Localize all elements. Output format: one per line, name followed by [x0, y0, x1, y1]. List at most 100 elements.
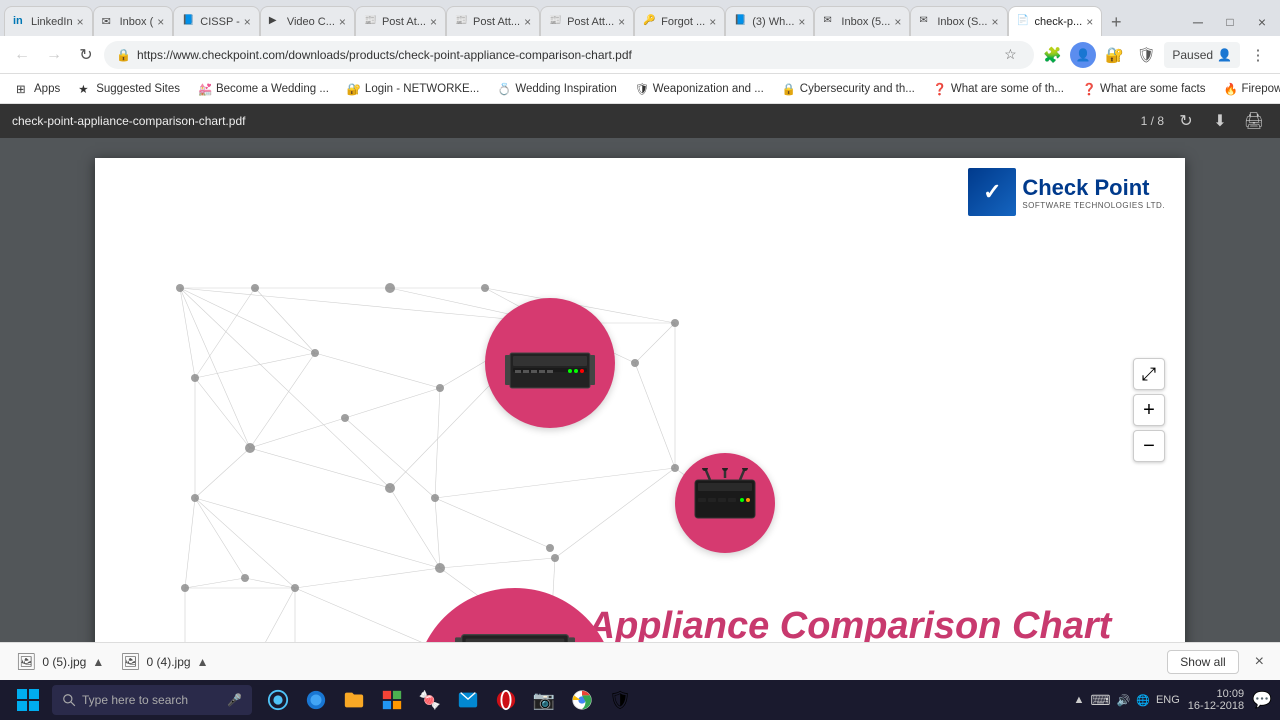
taskbar-app-cortana[interactable] [260, 680, 296, 720]
network-icon[interactable]: 🌐 [1136, 694, 1150, 707]
bookmark-cybersecurity[interactable]: 🔒 Cybersecurity and th... [774, 77, 923, 101]
tab-checkp[interactable]: 📄 check-p... × [1008, 6, 1103, 36]
download-expand-1[interactable]: ▲ [92, 655, 104, 669]
minimize-button[interactable]: ─ [1184, 8, 1212, 36]
cyber-favicon: 🔒 [782, 82, 796, 96]
download-item-1[interactable]: 🖼 0 (5).jpg ▲ [16, 652, 104, 672]
taskbar-search-placeholder: Type here to search [82, 693, 188, 707]
taskbar-app-candy[interactable]: 🍬 [412, 680, 448, 720]
bookmark-suggested[interactable]: ★ Suggested Sites [70, 77, 188, 101]
tab-close-post2[interactable]: × [524, 15, 531, 29]
show-all-button[interactable]: Show all [1167, 650, 1238, 674]
download-item-2[interactable]: 🖼 0 (4).jpg ▲ [120, 652, 208, 672]
bookmark-what-facts[interactable]: ❓ What are some facts [1074, 77, 1213, 101]
taskbar-app-opera[interactable] [488, 680, 524, 720]
taskbar-app-mail[interactable] [450, 680, 486, 720]
tab-close-inbox2[interactable]: × [894, 15, 901, 29]
store-icon [381, 689, 403, 711]
close-window-button[interactable]: × [1248, 8, 1276, 36]
firepower-favicon: 🔥 [1223, 82, 1237, 96]
tab-cissp[interactable]: 📘 CISSP - × [173, 6, 260, 36]
reload-button[interactable]: ↻ [72, 41, 100, 69]
linkedin-favicon: in [13, 15, 27, 29]
tab-close-inbox1[interactable]: × [157, 15, 164, 29]
download-file-icon-2: 🖼 [120, 652, 140, 672]
tab-inbox3[interactable]: ✉ Inbox (S... × [910, 6, 1007, 36]
bookmark-login[interactable]: 🔐 Login - NETWORKE... [339, 77, 487, 101]
checkpoint-logo: ✓ Check Point SOFTWARE TECHNOLOGIES LTD. [968, 168, 1165, 216]
appliance-comparison-title: Appliance Comparison Chart [588, 605, 1112, 642]
paused-button[interactable]: Paused 👤 [1164, 42, 1240, 68]
pdf-viewer: check-point-appliance-comparison-chart.p… [0, 104, 1280, 642]
tab-close-post3[interactable]: × [618, 15, 625, 29]
bookmark-wedding-inspiration[interactable]: 💍 Wedding Inspiration [489, 77, 624, 101]
profile-button[interactable]: 👤 [1070, 42, 1096, 68]
bookmark-label: What are some facts [1100, 83, 1205, 95]
chevron-up-icon[interactable]: ▲ [1073, 694, 1084, 706]
speaker-icon[interactable]: 🔊 [1117, 694, 1131, 707]
bitwarden-icon[interactable]: 🔐 [1100, 41, 1128, 69]
address-bar[interactable]: 🔒 https://www.checkpoint.com/downloads/p… [104, 41, 1034, 69]
tab-video[interactable]: ▶ Video C... × [260, 6, 355, 36]
extensions-button[interactable]: 🧩 [1038, 41, 1066, 69]
bookmark-firepower[interactable]: 🔥 Firepower Managem... [1215, 77, 1280, 101]
tab-post1[interactable]: 📰 Post At... × [355, 6, 446, 36]
bookmark-wedding[interactable]: 💒 Become a Wedding ... [190, 77, 337, 101]
taskbar-app-chrome[interactable] [564, 680, 600, 720]
notifications-button[interactable]: 💬 [1252, 690, 1272, 710]
microphone-icon[interactable]: 🎤 [227, 693, 242, 707]
tab-post2[interactable]: 📰 Post Att... × [446, 6, 540, 36]
tab-close-cissp[interactable]: × [244, 15, 251, 29]
taskbar-search[interactable]: Type here to search 🎤 [52, 685, 252, 715]
taskbar-app-security[interactable]: 🛡 [602, 680, 638, 720]
tab-3wh[interactable]: 📘 (3) Wh... × [725, 6, 814, 36]
taskbar-app-edge[interactable] [298, 680, 334, 720]
tab-forgot[interactable]: 🔑 Forgot ... × [634, 6, 725, 36]
taskbar-app-store[interactable] [374, 680, 410, 720]
tab-label: check-p... [1035, 16, 1083, 28]
tab-close-video[interactable]: × [339, 15, 346, 29]
new-tab-button[interactable]: + [1102, 8, 1130, 36]
tab-close-inbox3[interactable]: × [991, 15, 998, 29]
tab-close-3wh[interactable]: × [798, 15, 805, 29]
login-favicon: 🔐 [347, 82, 361, 96]
zoom-out-button[interactable]: − [1133, 430, 1165, 462]
post1-favicon: 📰 [364, 15, 378, 29]
taskbar-app-explorer[interactable] [336, 680, 372, 720]
pdf-print-button[interactable]: 🖨 [1240, 107, 1268, 135]
tab-close-checkp[interactable]: × [1086, 15, 1093, 29]
download-filename-1: 0 (5).jpg [42, 655, 86, 669]
close-download-bar-button[interactable]: × [1255, 653, 1264, 671]
download-expand-2[interactable]: ▲ [197, 655, 209, 669]
tab-linkedin[interactable]: in LinkedIn × [4, 6, 93, 36]
back-button[interactable]: ← [8, 41, 36, 69]
forward-button[interactable]: → [40, 41, 68, 69]
pdf-title: check-point-appliance-comparison-chart.p… [12, 114, 1133, 128]
tab-close-post1[interactable]: × [430, 15, 437, 29]
zoom-fit-button[interactable]: ⤢ [1133, 358, 1165, 390]
pdf-page-info: 1 / 8 [1141, 114, 1164, 128]
router-icon-medium [690, 468, 760, 538]
taskbar-clock[interactable]: 10:09 16-12-2018 [1188, 688, 1244, 712]
start-button[interactable] [8, 680, 48, 720]
tab-post3[interactable]: 📰 Post Att... × [540, 6, 634, 36]
tab-close-forgot[interactable]: × [709, 15, 716, 29]
settings-button[interactable]: ⋮ [1244, 41, 1272, 69]
bookmark-weaponization[interactable]: 🛡 Weaponization and ... [627, 77, 772, 101]
zoom-in-button[interactable]: + [1133, 394, 1165, 426]
post3-favicon: 📰 [549, 15, 563, 29]
taskbar-app-camera[interactable]: 📷 [526, 680, 562, 720]
pdf-page: ✓ Check Point SOFTWARE TECHNOLOGIES LTD. [95, 158, 1185, 642]
tab-close-linkedin[interactable]: × [77, 15, 84, 29]
pdf-download-button[interactable]: ⬇ [1206, 107, 1234, 135]
maximize-button[interactable]: □ [1216, 8, 1244, 36]
bookmark-apps[interactable]: ⊞ Apps [8, 77, 68, 101]
tab-inbox2[interactable]: ✉ Inbox (5... × [814, 6, 910, 36]
kaspersky-icon[interactable]: 🛡 [1132, 41, 1160, 69]
tab-inbox1[interactable]: ✉ Inbox ( × [93, 6, 174, 36]
opera-icon [495, 689, 517, 711]
pdf-reload-button[interactable]: ↻ [1172, 107, 1200, 135]
bookmark-star-icon[interactable]: ☆ [998, 43, 1022, 67]
bookmark-what-some[interactable]: ❓ What are some of th... [925, 77, 1072, 101]
cp-logo-subtitle: SOFTWARE TECHNOLOGIES LTD. [1022, 201, 1165, 210]
